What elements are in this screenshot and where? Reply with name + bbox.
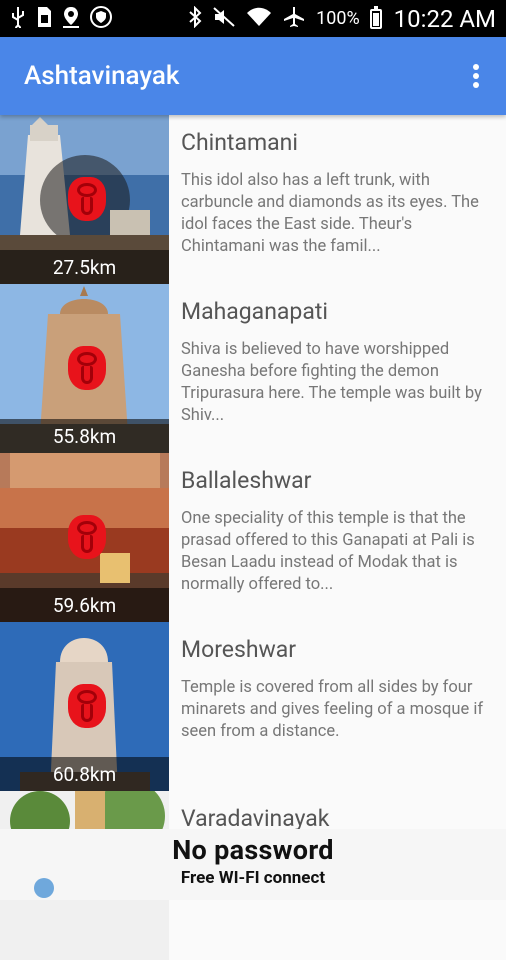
airplane-icon <box>282 6 306 32</box>
sim-icon <box>36 6 52 32</box>
ad-subline: Free WI-FI connect <box>180 868 326 888</box>
distance-label: 27.5km <box>0 250 169 284</box>
mute-icon <box>212 6 236 32</box>
temple-thumbnail: 27.5km <box>0 115 169 284</box>
more-vert-icon[interactable] <box>464 61 488 91</box>
wifi-icon <box>246 6 272 32</box>
temple-name: Chintamani <box>181 129 298 156</box>
temple-name: Moreshwar <box>181 636 297 663</box>
distance-label: 60.8km <box>0 757 169 791</box>
ad-info-icon[interactable] <box>34 878 54 898</box>
distance-label: 55.8km <box>0 419 169 453</box>
shield-icon <box>90 5 112 32</box>
temple-description: Shiva is believed to have worshipped Gan… <box>181 340 482 425</box>
battery-icon <box>369 5 382 29</box>
list-item[interactable]: 60.8km Moreshwar Temple is covered from … <box>0 622 506 791</box>
ganesha-icon <box>68 177 106 221</box>
app-bar: Ashtavinayak <box>0 37 506 115</box>
app-title: Ashtavinayak <box>24 61 180 91</box>
list-item[interactable]: 27.5km Chintamani This idol also has a l… <box>0 115 506 284</box>
temple-name: Ballaleshwar <box>181 467 312 494</box>
ad-headline: No password <box>172 834 334 866</box>
status-right: 100% 10:22 AM <box>188 5 496 33</box>
temple-name: Mahaganapati <box>181 298 328 325</box>
status-bar: 100% 10:22 AM <box>0 0 506 37</box>
clock: 10:22 AM <box>393 4 496 33</box>
usb-icon <box>10 6 26 31</box>
temple-thumbnail: 55.8km <box>0 284 169 453</box>
location-icon <box>62 6 80 32</box>
status-left <box>10 5 112 32</box>
ganesha-icon <box>68 515 106 559</box>
temple-description: This idol also has a left trunk, with ca… <box>181 171 479 256</box>
battery-percent: 100% <box>316 8 360 29</box>
list-item[interactable]: 55.8km Mahaganapati Shiva is believed to… <box>0 284 506 453</box>
bluetooth-icon <box>188 5 202 32</box>
list-item[interactable]: 59.6km Ballaleshwar One speciality of th… <box>0 453 506 622</box>
temple-description: Temple is covered from all sides by four… <box>181 678 484 741</box>
temple-thumbnail: 59.6km <box>0 453 169 622</box>
temple-thumbnail: 60.8km <box>0 622 169 791</box>
ganesha-icon <box>68 346 106 390</box>
temple-name: Varadavinayak <box>181 805 330 832</box>
temple-description: One speciality of this temple is that th… <box>181 509 475 594</box>
ganesha-icon <box>68 684 106 728</box>
distance-label: 59.6km <box>0 588 169 622</box>
ad-banner[interactable]: No password Free WI-FI connect <box>0 829 506 900</box>
